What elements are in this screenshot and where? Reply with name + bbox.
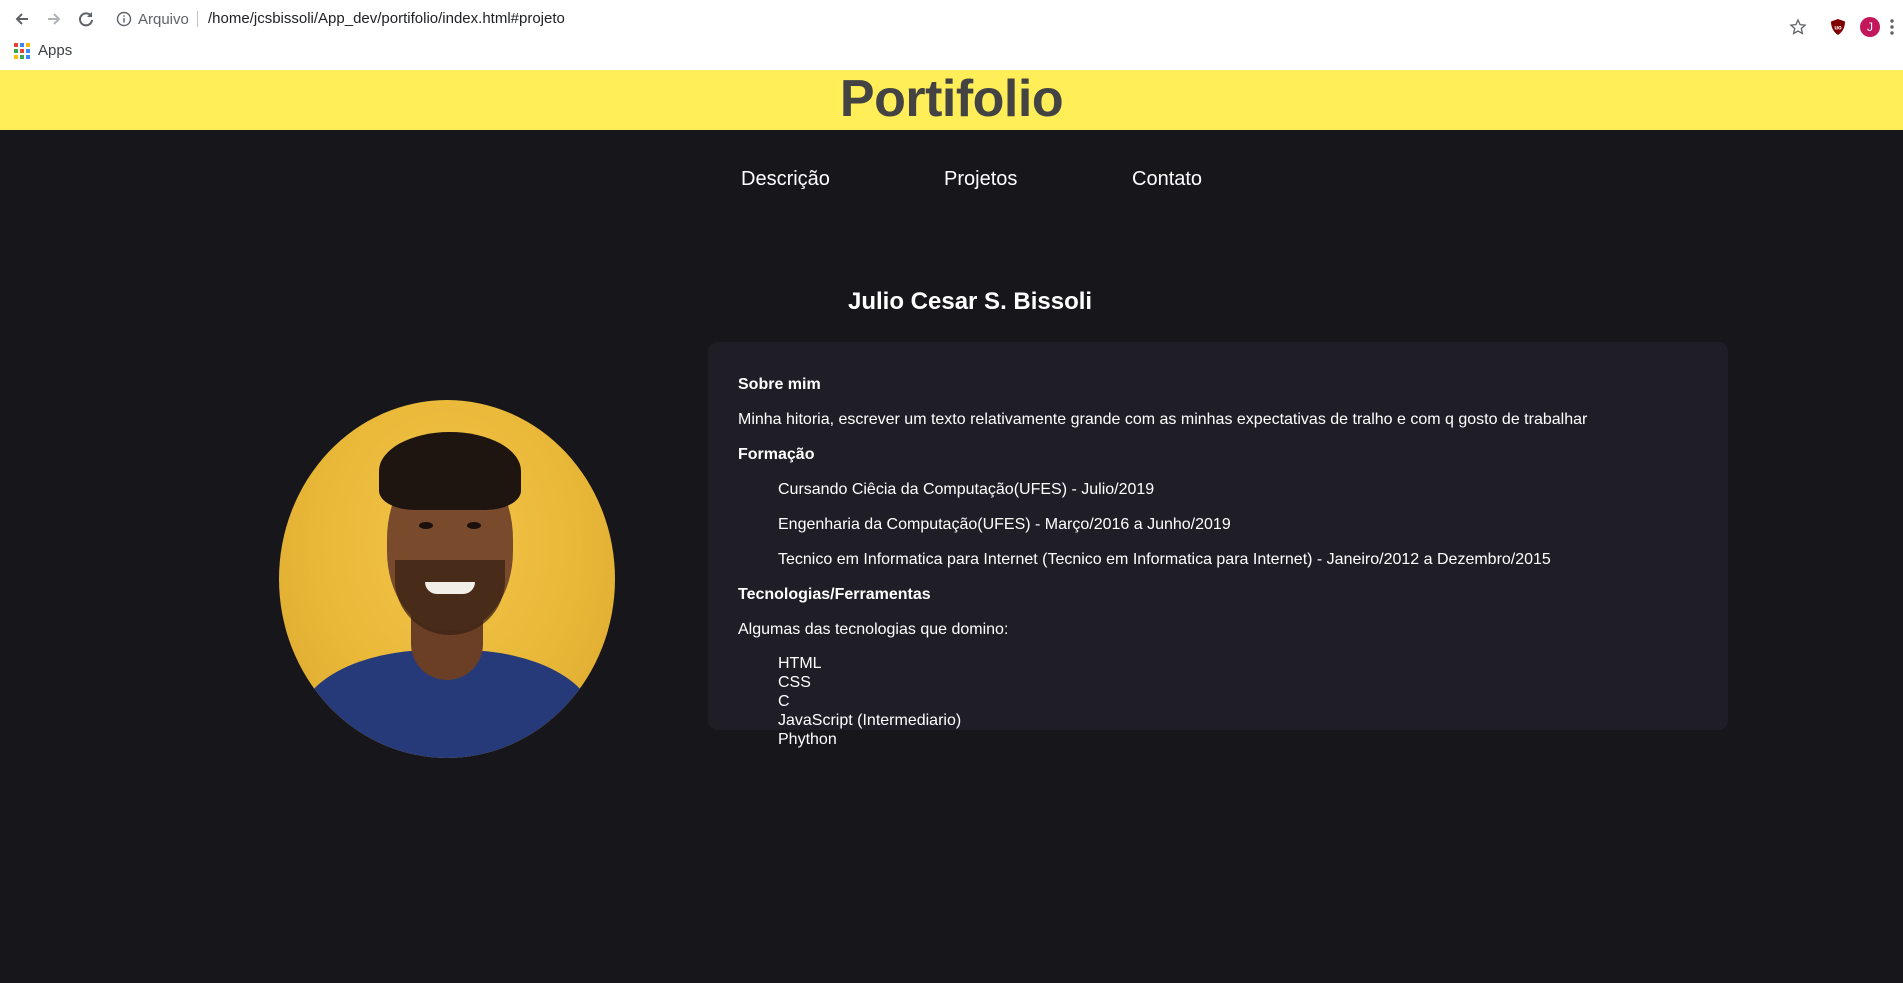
tech-item: Phython [778, 731, 837, 748]
profile-button[interactable]: J [1859, 16, 1881, 38]
avatar-initial: J [1860, 17, 1880, 37]
tech-list: HTML CSS C JavaScript (Intermediario) Ph… [778, 654, 961, 749]
apps-grid-icon [14, 42, 30, 59]
address-bar[interactable]: /home/jcsbissoli/App_dev/portifolio/inde… [208, 9, 565, 29]
about-text: Minha hitoria, escrever um texto relativ… [738, 411, 1588, 428]
browser-toolbar: Arquivo /home/jcsbissoli/App_dev/portifo… [0, 0, 1903, 38]
about-card: Sobre mim Minha hitoria, escrever um tex… [708, 342, 1728, 748]
tech-item: HTML [778, 655, 822, 672]
back-button[interactable] [11, 8, 33, 30]
site-title: Portifolio [839, 70, 1064, 128]
profile-photo [279, 400, 615, 758]
url-separator [196, 11, 198, 27]
tech-item: JavaScript (Intermediario) [778, 712, 962, 729]
nav-projetos[interactable]: Projetos [944, 168, 1017, 191]
site-info-label: Arquivo [138, 10, 189, 28]
nav-descricao[interactable]: Descrição [741, 168, 830, 191]
nav-contato[interactable]: Contato [1132, 168, 1202, 191]
ublock-extension-button[interactable]: uo [1827, 16, 1849, 38]
extension-label: uo [1834, 26, 1842, 32]
star-icon [1789, 18, 1807, 35]
browser-chrome: Arquivo /home/jcsbissoli/App_dev/portifo… [0, 0, 1903, 71]
main-nav: Descrição Projetos Contato [0, 168, 1903, 198]
shield-icon: uo [1831, 19, 1845, 35]
apps-bookmark[interactable]: Apps [14, 42, 72, 59]
education-item: Engenharia da Computação(UFES) - Março/2… [778, 516, 1231, 533]
page: Portifolio Descrição Projetos Contato Ju… [0, 70, 1903, 983]
education-item: Tecnico em Informatica para Internet (Te… [778, 551, 1551, 568]
profile-name: Julio Cesar S. Bissoli [848, 288, 1093, 315]
kebab-menu-icon [1890, 19, 1894, 35]
education-heading: Formação [738, 446, 815, 463]
forward-button[interactable] [43, 8, 65, 30]
site-header: Portifolio [0, 70, 1903, 130]
reload-icon [79, 12, 93, 27]
education-item: Cursando Ciêcia da Computação(UFES) - Ju… [778, 481, 1155, 498]
tech-intro: Algumas das tecnologias que domino: [738, 621, 1009, 638]
info-icon [116, 11, 132, 27]
menu-button[interactable] [1881, 16, 1903, 38]
tech-item: C [778, 693, 790, 710]
site-info-button[interactable]: Arquivo [116, 9, 206, 29]
about-heading: Sobre mim [738, 376, 821, 393]
reload-button[interactable] [75, 8, 97, 30]
tech-heading: Tecnologias/Ferramentas [738, 586, 931, 603]
bookmarks-bar: Apps [0, 40, 1903, 64]
bookmark-star-button[interactable] [1787, 16, 1809, 38]
apps-label: Apps [38, 42, 73, 59]
arrow-right-icon [48, 13, 61, 25]
tech-item: CSS [778, 674, 811, 691]
arrow-left-icon [15, 13, 28, 25]
